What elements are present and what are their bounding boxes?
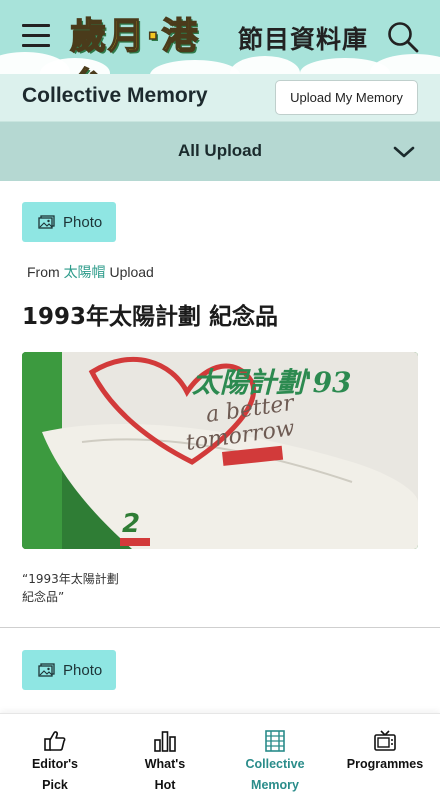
filter-selected-value: All Upload [177, 141, 263, 160]
tv-icon [374, 730, 396, 751]
app-logo[interactable]: 歲月·港台 [69, 12, 230, 74]
memory-photo[interactable]: 太陽計劃'93 a better tomorrow 2 [22, 352, 418, 549]
chevron-down-icon [393, 146, 415, 158]
logo-text: 歲月·港台 [69, 15, 200, 74]
film-strip-icon [265, 730, 285, 752]
nav-whats-hot[interactable]: What's Hot [110, 714, 220, 800]
nav-programmes[interactable]: Programmes [330, 714, 440, 800]
hamburger-menu-icon [22, 24, 50, 27]
cap-photo-image: 太陽計劃'93 a better tomorrow 2 [22, 352, 418, 549]
nav-whats-hot-label: What's Hot [144, 757, 186, 792]
search-icon [388, 22, 419, 53]
thumbs-up-icon [44, 731, 66, 751]
photo-type-badge[interactable]: Photo [22, 202, 116, 242]
nav-editors-pick-label: Editor's Pick [31, 757, 79, 792]
page-title: Collective Memory [22, 84, 208, 107]
photo-type-label: Photo [63, 213, 103, 231]
nav-editors-pick[interactable]: Editor's Pick [0, 714, 110, 800]
upload-attribution: From 太陽帽 Upload [27, 264, 154, 280]
nav-programmes-label: Programmes [346, 757, 424, 771]
nav-collective-memory-label: Collective Memory [245, 757, 305, 792]
database-title: 節目資料庫 [238, 25, 369, 54]
uploader-name-link[interactable]: 太陽帽 [64, 264, 106, 280]
photo-type-label: Photo [63, 661, 103, 679]
photo-icon [38, 215, 55, 229]
photo-icon [38, 663, 55, 677]
nav-collective-memory[interactable]: Collective Memory [220, 714, 330, 800]
photo-type-badge[interactable]: Photo [22, 650, 116, 690]
bottom-navigation: Editor's Pick What's Hot Collective Memo… [0, 713, 440, 800]
bar-chart-icon [154, 731, 176, 752]
svg-text:2: 2 [122, 509, 140, 539]
upload-my-memory-button[interactable]: Upload My Memory [275, 80, 418, 115]
menu-button[interactable] [22, 24, 50, 48]
card-divider [0, 627, 440, 628]
upload-filter-dropdown[interactable]: All Upload [0, 122, 440, 181]
memory-caption: “1993年太陽計劃 紀念品” [22, 572, 119, 604]
memory-item-title[interactable]: 1993年太陽計劃 紀念品 [22, 297, 278, 331]
search-button[interactable] [386, 20, 420, 54]
app-header: 歲月·港台 節目資料庫 [0, 0, 440, 74]
